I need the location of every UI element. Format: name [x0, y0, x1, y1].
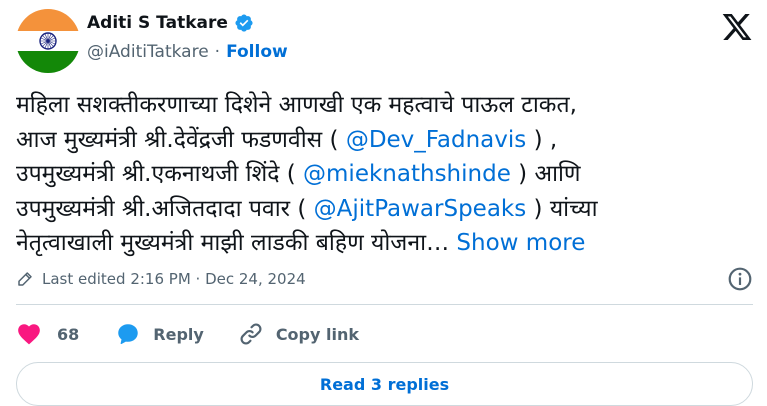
- show-more-link[interactable]: Show more: [456, 230, 585, 256]
- follow-button[interactable]: Follow: [226, 42, 288, 62]
- verified-badge-icon: [235, 14, 253, 32]
- heart-icon: [18, 324, 40, 345]
- tweet-line-text: नेतृत्वाखाली मुख्यमंत्री माझी लाडकी बहिण…: [16, 230, 457, 256]
- author-name[interactable]: Aditi S Tatkare: [87, 13, 228, 33]
- x-logo-icon[interactable]: [721, 11, 753, 43]
- reply-button[interactable]: Reply: [115, 321, 204, 347]
- tweet-line-text: ) यांच्या: [526, 195, 598, 222]
- pencil-icon: [18, 272, 32, 286]
- mention-link[interactable]: @AjitPawarSpeaks: [314, 196, 527, 222]
- reply-label: Reply: [153, 324, 204, 344]
- tweet-line-text: उपमुख्यमंत्री श्री.एकनाथजी शिंदे (: [16, 161, 304, 187]
- read-replies-button[interactable]: Read 3 replies: [16, 362, 753, 406]
- like-count: 68: [57, 324, 80, 344]
- tweet-line-text: महिला सशक्तीकरणाच्या दिशेने आणखी एक महत्…: [16, 92, 577, 118]
- mention-link[interactable]: @mieknathshinde: [303, 161, 511, 187]
- copy-link-label: Copy link: [275, 324, 359, 344]
- last-edited-timestamp[interactable]: Last edited 2:16 PM · Dec 24, 2024: [42, 270, 306, 288]
- tweet-line-4: उपमुख्यमंत्री श्री.अजितदादा पवार ( @Ajit…: [16, 192, 756, 227]
- tweet-line-3: उपमुख्यमंत्री श्री.एकनाथजी शिंदे ( @miek…: [16, 157, 756, 192]
- tweet-text: महिला सशक्तीकरणाच्या दिशेने आणखी एक महत्…: [16, 88, 756, 261]
- copy-link-button[interactable]: Copy link: [238, 321, 359, 347]
- info-icon[interactable]: [727, 266, 753, 292]
- india-flag-avatar: [16, 9, 80, 73]
- action-bar: 68 Reply Copy link: [16, 319, 359, 349]
- tweet-line-text: आज मुख्यमंत्री श्री.देवेंद्रजी फडणवीस (: [16, 126, 346, 153]
- tweet-line-text: उपमुख्यमंत्री श्री.अजितदादा पवार (: [16, 195, 314, 222]
- tweet-line-5: नेतृत्वाखाली मुख्यमंत्री माझी लाडकी बहिण…: [16, 226, 756, 261]
- mention-link[interactable]: @Dev_Fadnavis: [346, 127, 526, 153]
- avatar[interactable]: [16, 9, 80, 73]
- like-button[interactable]: 68: [16, 321, 79, 347]
- tweet-meta: Last edited 2:16 PM · Dec 24, 2024: [16, 265, 753, 293]
- tweet-line-2: आज मुख्यमंत्री श्री.देवेंद्रजी फडणवीस ( …: [16, 123, 756, 158]
- reply-bubble-icon: [118, 324, 139, 345]
- link-icon: [240, 323, 262, 345]
- tweet-line-1: महिला सशक्तीकरणाच्या दिशेने आणखी एक महत्…: [16, 88, 756, 123]
- separator-dot: ·: [214, 42, 221, 62]
- tweet-line-text: ) ,: [526, 126, 558, 153]
- read-replies-label: Read 3 replies: [319, 374, 450, 394]
- divider: [16, 304, 753, 305]
- author-block: Aditi S Tatkare @iAditiTatkare · Follow: [87, 13, 288, 62]
- tweet-header: Aditi S Tatkare @iAditiTatkare · Follow: [16, 7, 755, 77]
- tweet-line-text: ) आणि: [510, 161, 581, 187]
- author-handle[interactable]: @iAditiTatkare: [87, 42, 209, 62]
